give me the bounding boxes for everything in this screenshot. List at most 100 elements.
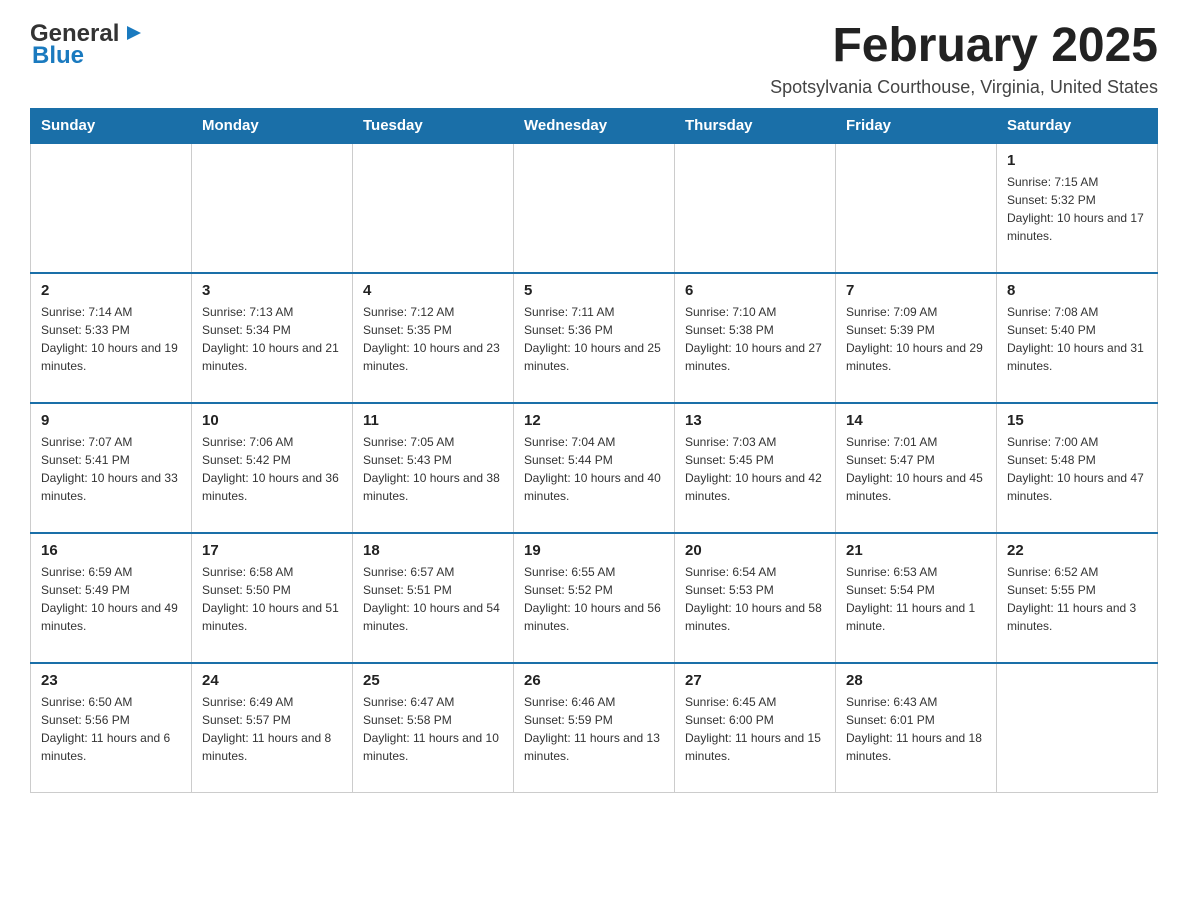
title-block: February 2025 Spotsylvania Courthouse, V… (770, 20, 1158, 98)
logo-blue: Blue (32, 42, 84, 70)
col-header-saturday: Saturday (997, 108, 1158, 143)
calendar-cell: 27 Sunrise: 6:45 AM Sunset: 6:00 PM Dayli… (675, 663, 836, 793)
day-number: 23 (41, 672, 181, 689)
day-info: Sunrise: 6:43 AM Sunset: 6:01 PM Dayligh… (846, 693, 986, 765)
logo: General Blue (30, 20, 147, 70)
day-number: 14 (846, 412, 986, 429)
calendar-cell: 23 Sunrise: 6:50 AM Sunset: 5:56 PM Dayli… (31, 663, 192, 793)
calendar-week-row: 9Sunrise: 7:07 AM Sunset: 5:41 PM Daylig… (31, 403, 1158, 533)
page-header: General Blue February 2025 Spotsylvania … (30, 20, 1158, 98)
day-number: 11 (363, 412, 503, 429)
calendar-week-row: 16Sunrise: 6:59 AM Sunset: 5:49 PM Dayli… (31, 533, 1158, 663)
calendar-week-row: 2 Sunrise: 7:14 AM Sunset: 5:33 PM Daylig… (31, 273, 1158, 403)
calendar-cell (353, 143, 514, 273)
day-info: Sunrise: 6:55 AM Sunset: 5:52 PM Dayligh… (524, 563, 664, 635)
calendar-cell: 9Sunrise: 7:07 AM Sunset: 5:41 PM Daylig… (31, 403, 192, 533)
day-number: 27 (685, 672, 825, 689)
day-number: 7 (846, 282, 986, 299)
calendar-cell (514, 143, 675, 273)
calendar-cell: 25 Sunrise: 6:47 AM Sunset: 5:58 PM Dayli… (353, 663, 514, 793)
calendar-cell (31, 143, 192, 273)
day-info: Sunrise: 7:13 AM Sunset: 5:34 PM Dayligh… (202, 303, 342, 375)
calendar-cell (997, 663, 1158, 793)
day-info: Sunrise: 7:14 AM Sunset: 5:33 PM Dayligh… (41, 303, 181, 375)
day-info: Sunrise: 7:03 AM Sunset: 5:45 PM Dayligh… (685, 433, 825, 505)
col-header-wednesday: Wednesday (514, 108, 675, 143)
day-number: 25 (363, 672, 503, 689)
calendar-cell: 8Sunrise: 7:08 AM Sunset: 5:40 PM Daylig… (997, 273, 1158, 403)
day-info: Sunrise: 7:12 AM Sunset: 5:35 PM Dayligh… (363, 303, 503, 375)
calendar-cell: 4 Sunrise: 7:12 AM Sunset: 5:35 PM Daylig… (353, 273, 514, 403)
col-header-thursday: Thursday (675, 108, 836, 143)
calendar-table: SundayMondayTuesdayWednesdayThursdayFrid… (30, 108, 1158, 794)
day-number: 26 (524, 672, 664, 689)
day-info: Sunrise: 6:46 AM Sunset: 5:59 PM Dayligh… (524, 693, 664, 765)
calendar-cell: 24 Sunrise: 6:49 AM Sunset: 5:57 PM Dayli… (192, 663, 353, 793)
calendar-cell: 16Sunrise: 6:59 AM Sunset: 5:49 PM Dayli… (31, 533, 192, 663)
day-info: Sunrise: 6:50 AM Sunset: 5:56 PM Dayligh… (41, 693, 181, 765)
day-info: Sunrise: 7:00 AM Sunset: 5:48 PM Dayligh… (1007, 433, 1147, 505)
calendar-cell: 28 Sunrise: 6:43 AM Sunset: 6:01 PM Dayli… (836, 663, 997, 793)
day-info: Sunrise: 6:52 AM Sunset: 5:55 PM Dayligh… (1007, 563, 1147, 635)
day-number: 9 (41, 412, 181, 429)
day-number: 24 (202, 672, 342, 689)
calendar-cell (836, 143, 997, 273)
col-header-friday: Friday (836, 108, 997, 143)
calendar-week-row: 1Sunrise: 7:15 AM Sunset: 5:32 PM Daylig… (31, 143, 1158, 273)
calendar-cell: 7 Sunrise: 7:09 AM Sunset: 5:39 PM Daylig… (836, 273, 997, 403)
day-number: 6 (685, 282, 825, 299)
calendar-cell: 1Sunrise: 7:15 AM Sunset: 5:32 PM Daylig… (997, 143, 1158, 273)
day-number: 17 (202, 542, 342, 559)
day-info: Sunrise: 7:09 AM Sunset: 5:39 PM Dayligh… (846, 303, 986, 375)
day-info: Sunrise: 7:11 AM Sunset: 5:36 PM Dayligh… (524, 303, 664, 375)
calendar-cell: 12 Sunrise: 7:04 AM Sunset: 5:44 PM Dayli… (514, 403, 675, 533)
day-number: 13 (685, 412, 825, 429)
calendar-cell: 6 Sunrise: 7:10 AM Sunset: 5:38 PM Daylig… (675, 273, 836, 403)
day-info: Sunrise: 6:53 AM Sunset: 5:54 PM Dayligh… (846, 563, 986, 635)
day-number: 5 (524, 282, 664, 299)
calendar-cell (192, 143, 353, 273)
day-number: 2 (41, 282, 181, 299)
day-number: 28 (846, 672, 986, 689)
calendar-cell: 13 Sunrise: 7:03 AM Sunset: 5:45 PM Dayli… (675, 403, 836, 533)
day-number: 10 (202, 412, 342, 429)
calendar-cell: 3 Sunrise: 7:13 AM Sunset: 5:34 PM Daylig… (192, 273, 353, 403)
day-info: Sunrise: 6:57 AM Sunset: 5:51 PM Dayligh… (363, 563, 503, 635)
day-info: Sunrise: 6:49 AM Sunset: 5:57 PM Dayligh… (202, 693, 342, 765)
col-header-sunday: Sunday (31, 108, 192, 143)
calendar-week-row: 23 Sunrise: 6:50 AM Sunset: 5:56 PM Dayli… (31, 663, 1158, 793)
calendar-cell: 17 Sunrise: 6:58 AM Sunset: 5:50 PM Dayli… (192, 533, 353, 663)
day-info: Sunrise: 6:45 AM Sunset: 6:00 PM Dayligh… (685, 693, 825, 765)
day-info: Sunrise: 6:47 AM Sunset: 5:58 PM Dayligh… (363, 693, 503, 765)
location-subtitle: Spotsylvania Courthouse, Virginia, Unite… (770, 77, 1158, 98)
calendar-cell: 19 Sunrise: 6:55 AM Sunset: 5:52 PM Dayli… (514, 533, 675, 663)
calendar-cell: 10Sunrise: 7:06 AM Sunset: 5:42 PM Dayli… (192, 403, 353, 533)
col-header-tuesday: Tuesday (353, 108, 514, 143)
day-number: 22 (1007, 542, 1147, 559)
day-info: Sunrise: 6:54 AM Sunset: 5:53 PM Dayligh… (685, 563, 825, 635)
calendar-cell: 20 Sunrise: 6:54 AM Sunset: 5:53 PM Dayli… (675, 533, 836, 663)
calendar-cell: 5 Sunrise: 7:11 AM Sunset: 5:36 PM Daylig… (514, 273, 675, 403)
day-number: 4 (363, 282, 503, 299)
calendar-cell: 14 Sunrise: 7:01 AM Sunset: 5:47 PM Dayli… (836, 403, 997, 533)
day-number: 19 (524, 542, 664, 559)
day-info: Sunrise: 7:05 AM Sunset: 5:43 PM Dayligh… (363, 433, 503, 505)
day-number: 1 (1007, 152, 1147, 169)
calendar-cell: 15Sunrise: 7:00 AM Sunset: 5:48 PM Dayli… (997, 403, 1158, 533)
calendar-cell: 2 Sunrise: 7:14 AM Sunset: 5:33 PM Daylig… (31, 273, 192, 403)
day-info: Sunrise: 7:10 AM Sunset: 5:38 PM Dayligh… (685, 303, 825, 375)
calendar-header-row: SundayMondayTuesdayWednesdayThursdayFrid… (31, 108, 1158, 143)
calendar-cell (675, 143, 836, 273)
day-info: Sunrise: 6:59 AM Sunset: 5:49 PM Dayligh… (41, 563, 181, 635)
col-header-monday: Monday (192, 108, 353, 143)
calendar-cell: 18Sunrise: 6:57 AM Sunset: 5:51 PM Dayli… (353, 533, 514, 663)
day-number: 3 (202, 282, 342, 299)
day-info: Sunrise: 6:58 AM Sunset: 5:50 PM Dayligh… (202, 563, 342, 635)
day-info: Sunrise: 7:04 AM Sunset: 5:44 PM Dayligh… (524, 433, 664, 505)
day-info: Sunrise: 7:01 AM Sunset: 5:47 PM Dayligh… (846, 433, 986, 505)
calendar-cell: 22 Sunrise: 6:52 AM Sunset: 5:55 PM Dayli… (997, 533, 1158, 663)
day-number: 20 (685, 542, 825, 559)
calendar-cell: 21Sunrise: 6:53 AM Sunset: 5:54 PM Dayli… (836, 533, 997, 663)
calendar-cell: 11 Sunrise: 7:05 AM Sunset: 5:43 PM Dayli… (353, 403, 514, 533)
day-number: 12 (524, 412, 664, 429)
